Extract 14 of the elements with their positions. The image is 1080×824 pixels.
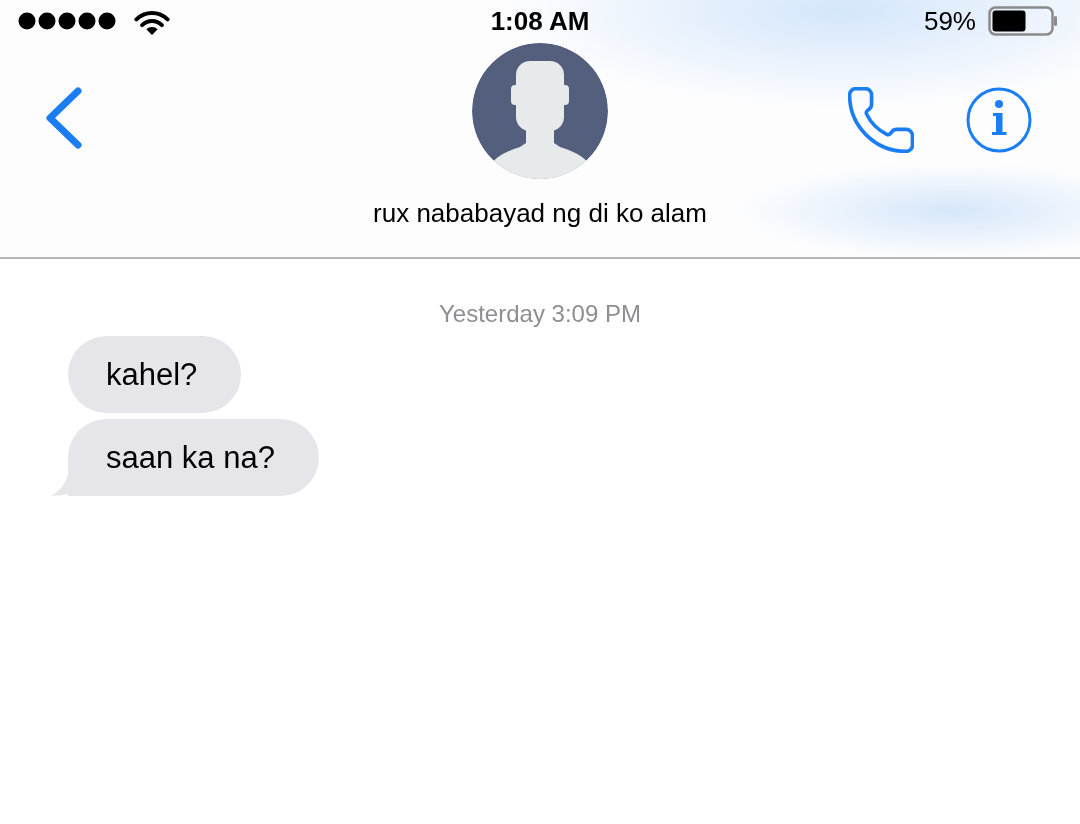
battery-percentage: 59% bbox=[923, 6, 976, 36]
call-button[interactable] bbox=[848, 87, 914, 153]
message-timestamp: Yesterday 3:09 PM bbox=[439, 300, 641, 328]
back-chevron-icon bbox=[45, 86, 83, 150]
info-icon bbox=[966, 87, 1032, 153]
phone-icon bbox=[848, 87, 914, 153]
status-time: 1:08 AM bbox=[490, 6, 590, 36]
message-bubble: saan ka na? bbox=[68, 419, 319, 496]
signal-icon bbox=[18, 12, 116, 30]
info-button[interactable] bbox=[966, 87, 1032, 153]
battery-icon bbox=[988, 6, 1058, 36]
avatar-icon bbox=[472, 43, 608, 179]
message-bubble: kahel? bbox=[68, 336, 242, 413]
contact-name: rux nababayad ng di ko alam bbox=[373, 198, 707, 228]
